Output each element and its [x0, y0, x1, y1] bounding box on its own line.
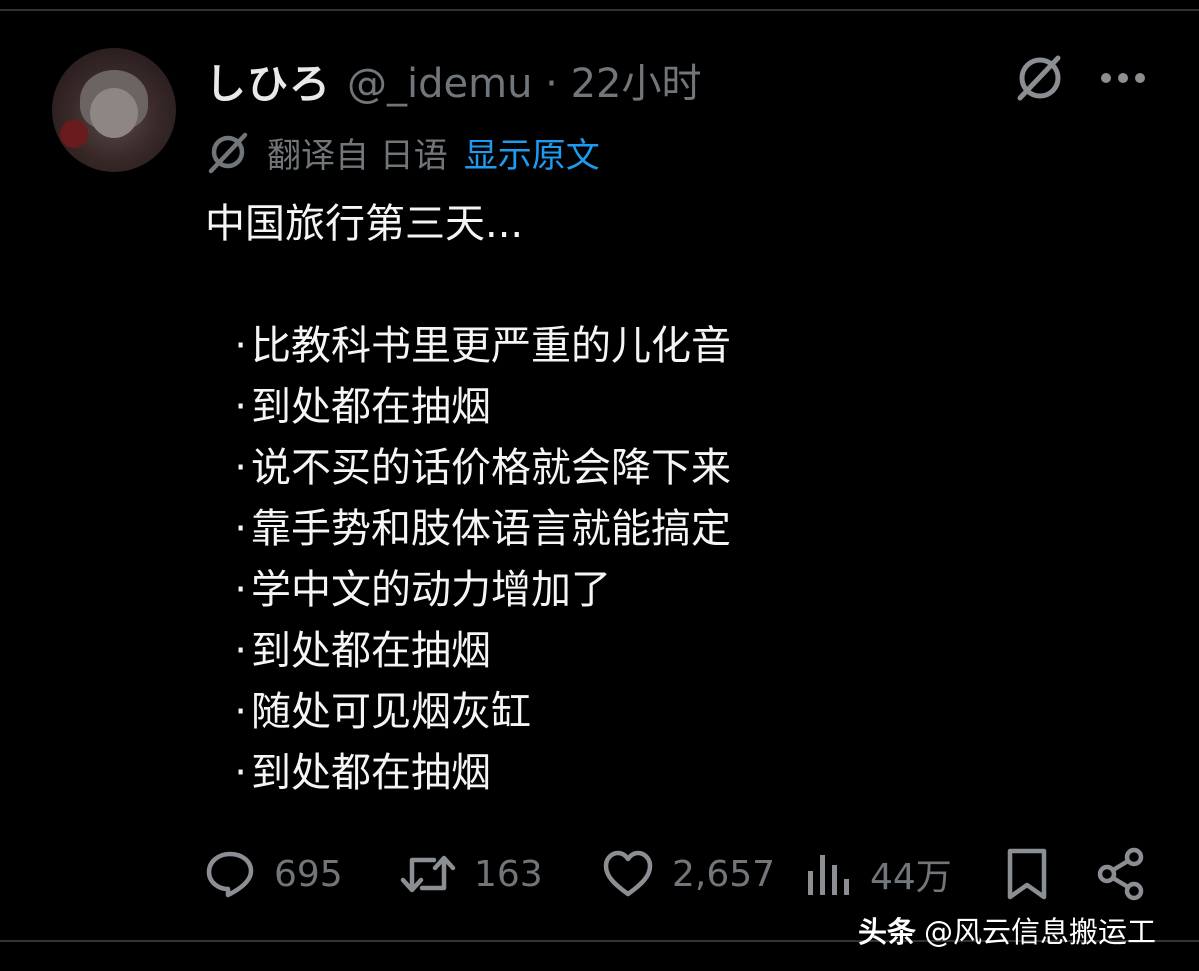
avatar-accent: [60, 120, 88, 148]
tweet-header: しひろ @_idemu · 22小时: [205, 52, 701, 108]
list-item: · 比教科书里更严重的儿化音: [205, 316, 1105, 377]
list-item-text: 比教科书里更严重的儿化音: [251, 323, 731, 369]
share-button[interactable]: [1096, 846, 1146, 902]
tweet-intro: 中国旅行第三天...: [205, 201, 524, 247]
bullet-mark: ·: [234, 506, 247, 552]
watermark-account: @风云信息搬运工: [924, 915, 1157, 949]
reply-count: 695: [274, 853, 343, 895]
list-item: · 到处都在抽烟: [205, 743, 1105, 804]
tweet-text: 中国旅行第三天... · 比教科书里更严重的儿化音 · 到处都在抽烟 · 说不买的话价…: [205, 194, 1105, 804]
translate-icon: [208, 132, 248, 174]
list-item-text: 到处都在抽烟: [251, 384, 491, 430]
translation-row: 翻译自 日语 显示原文: [205, 128, 600, 176]
share-icon: [1097, 847, 1144, 901]
grok-icon[interactable]: [1012, 50, 1068, 106]
retweet-button[interactable]: 163: [400, 846, 543, 902]
avatar-face: [90, 88, 138, 138]
list-item: · 到处都在抽烟: [205, 377, 1105, 438]
list-item-text: 靠手势和肢体语言就能搞定: [251, 506, 731, 552]
list-item-text: 随处可见烟灰缸: [251, 689, 531, 735]
like-count: 2,657: [672, 853, 776, 895]
bullet-mark: ·: [234, 445, 247, 491]
display-name[interactable]: しひろ: [205, 50, 331, 110]
bullet-mark: ·: [234, 750, 247, 796]
like-button[interactable]: 2,657: [602, 846, 775, 902]
watermark: 头条 @风云信息搬运工: [858, 909, 1156, 951]
list-item: · 靠手势和肢体语言就能搞定: [205, 499, 1105, 560]
top-divider: [0, 9, 1199, 11]
reply-button[interactable]: 695: [204, 846, 343, 902]
bookmark-button[interactable]: [1004, 846, 1050, 902]
view-count: 44万: [870, 857, 952, 898]
list-item-text: 到处都在抽烟: [251, 628, 491, 674]
list-item-text: 学中文的动力增加了: [251, 567, 611, 613]
reply-icon: [206, 851, 254, 898]
handle-and-time[interactable]: @_idemu · 22小时: [347, 51, 701, 109]
list-item: · 随处可见烟灰缸: [205, 682, 1105, 743]
more-icon[interactable]: [1098, 60, 1148, 96]
translated-from-label: 翻译自 日语: [267, 135, 448, 176]
bullet-mark: ·: [234, 567, 247, 613]
bullet-mark: ·: [234, 323, 247, 369]
bullet-mark: ·: [234, 628, 247, 674]
watermark-brand: 头条: [858, 915, 917, 949]
list-item: · 说不买的话价格就会降下来: [205, 438, 1105, 499]
retweet-icon: [400, 855, 456, 893]
like-icon: [603, 850, 653, 897]
bookmark-icon: [1007, 848, 1047, 900]
views-button[interactable]: 44万: [804, 846, 952, 902]
bullet-mark: ·: [234, 689, 247, 735]
show-original-link[interactable]: 显示原文: [464, 128, 600, 177]
avatar[interactable]: [52, 48, 176, 172]
list-item: · 到处都在抽烟: [205, 621, 1105, 682]
list-item-text: 说不买的话价格就会降下来: [251, 445, 731, 491]
list-item: · 学中文的动力增加了: [205, 560, 1105, 621]
retweet-count: 163: [474, 853, 543, 895]
list-item-text: 到处都在抽烟: [251, 750, 491, 796]
bullet-mark: ·: [234, 384, 247, 430]
views-icon: [808, 855, 849, 895]
